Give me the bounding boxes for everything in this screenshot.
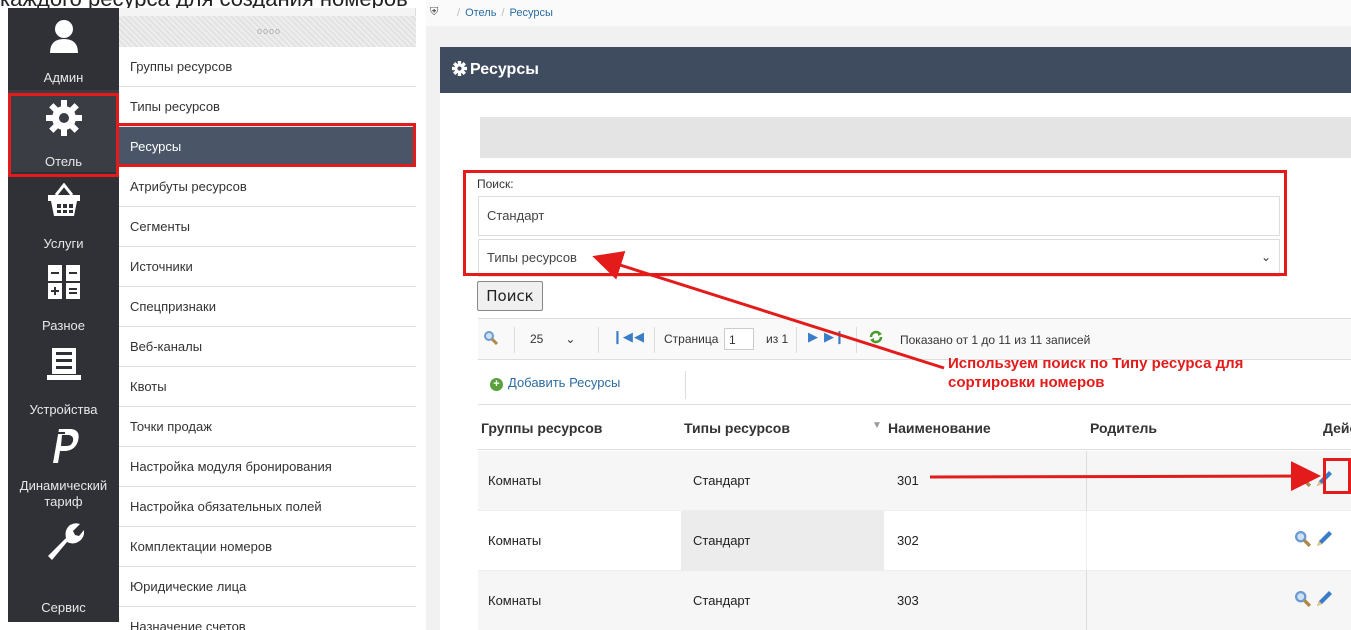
submenu: oooo Группы ресурсов Типы ресурсов Ресур… (119, 8, 416, 630)
page-size-select[interactable]: 25 ⌄ (530, 332, 575, 346)
sidebar-item-service[interactable]: Сервис (8, 500, 119, 615)
sidebar-item-devices[interactable]: Устройства (8, 336, 119, 418)
view-icon[interactable] (1295, 591, 1312, 610)
records-summary: Показано от 1 до 11 из 11 записей (900, 333, 1091, 347)
column-header[interactable]: Типы ресурсов (684, 420, 790, 436)
sidebar-label: Разное (42, 318, 85, 333)
first-page-icon[interactable]: ❙◀ (612, 329, 633, 345)
cell-type: Стандарт (693, 593, 751, 608)
page-input[interactable]: 1 (724, 328, 754, 350)
gear-icon (452, 61, 467, 81)
sidebar-item-dynamic-tariff[interactable]: Динамический тариф (8, 418, 119, 509)
pager: 25 ⌄ ❙◀ ◀ Страница 1 из 1 ▶ ▶❙ Показано о… (478, 318, 1351, 360)
highlight-resources-menu (116, 123, 416, 167)
menu-item[interactable]: Спецпризнаки (119, 287, 416, 327)
cell-group: Комнаты (488, 473, 542, 488)
annotation-note-line2: сортировки номеров (948, 374, 1105, 391)
plus-icon: + (490, 378, 503, 391)
cell-group: Комнаты (488, 533, 542, 548)
highlight-edit-button (1323, 458, 1351, 494)
page-count: из 1 (766, 332, 789, 346)
last-page-icon[interactable]: ▶❙ (824, 329, 845, 345)
paypal-icon (8, 426, 119, 466)
menu-item[interactable]: Настройка модуля бронирования (119, 447, 416, 487)
menu-drag-handle[interactable]: oooo (119, 16, 416, 50)
next-page-icon[interactable]: ▶ (808, 329, 818, 345)
sidebar-label: Сервис (41, 600, 86, 615)
menu-item[interactable]: Юридические лица (119, 567, 416, 607)
chevron-down-icon: ⌄ (565, 332, 576, 346)
menu-item[interactable]: Квоты (119, 367, 416, 407)
column-header[interactable]: Родитель (1090, 420, 1157, 436)
sidebar-label: Услуги (43, 236, 84, 251)
column-header[interactable]: Группы ресурсов (481, 420, 602, 436)
menu-item[interactable]: Атрибуты ресурсов (119, 167, 416, 207)
cell-name: 301 (897, 473, 919, 488)
cell-name: 302 (897, 533, 919, 548)
search-icon[interactable] (484, 331, 499, 348)
wrench-icon (8, 520, 119, 560)
edit-icon[interactable] (1314, 589, 1334, 612)
list-icon (8, 344, 119, 384)
user-icon (8, 16, 119, 56)
menu-item[interactable]: Группы ресурсов (119, 47, 416, 87)
filter-bar (480, 117, 1351, 158)
menu-item[interactable]: Источники (119, 247, 416, 287)
cell-type: Стандарт (693, 533, 751, 548)
column-header[interactable]: Дейс (1323, 420, 1351, 436)
highlight-hotel (8, 93, 119, 177)
table-row[interactable]: Комнаты Стандарт 303 (478, 571, 1351, 630)
add-resource-label: Добавить Ресурсы (508, 375, 621, 390)
breadcrumb-link[interactable]: Отель (465, 7, 496, 19)
page-title: Ресурсы (470, 61, 539, 78)
view-icon[interactable] (1295, 471, 1312, 490)
column-header[interactable]: Наименование (888, 420, 991, 436)
cell-type: Стандарт (693, 473, 751, 488)
highlight-search-area (463, 170, 1287, 276)
annotation-note-line1: Используем поиск по Типу ресурса для (948, 355, 1244, 372)
view-icon[interactable] (1295, 531, 1312, 550)
menu-item[interactable]: Точки продаж (119, 407, 416, 447)
page-size-value: 25 (530, 332, 544, 346)
menu-item[interactable]: Комплектации номеров (119, 527, 416, 567)
sidebar-item-services[interactable]: Услуги (8, 172, 119, 254)
sidebar-label: Устройства (29, 402, 98, 417)
calculator-icon (8, 262, 119, 302)
sidebar-item-admin[interactable]: Админ (8, 8, 119, 90)
refresh-icon[interactable] (868, 329, 884, 348)
panel-header: Ресурсы (440, 47, 1351, 93)
menu-item[interactable]: Веб-каналы (119, 327, 416, 367)
basket-icon (8, 180, 119, 220)
cell-group: Комнаты (488, 593, 542, 608)
page-label: Страница (664, 332, 719, 346)
table-row[interactable]: Комнаты Стандарт 302 (478, 511, 1351, 571)
menu-item[interactable]: Типы ресурсов (119, 87, 416, 127)
edit-icon[interactable] (1314, 529, 1334, 552)
breadcrumb: ⛨ / Отель / Ресурсы (426, 0, 1351, 26)
main-content: ⛨ / Отель / Ресурсы Ресурсы Поиск: Стандарт… (426, 0, 1351, 630)
sort-icon[interactable]: ▼ (872, 420, 882, 431)
search-button[interactable]: Поиск (477, 281, 543, 311)
table-header: Группы ресурсов Типы ресурсов ▼ Наименов… (478, 406, 1351, 450)
breadcrumb-link[interactable]: Ресурсы (510, 7, 553, 19)
cell-name: 303 (897, 593, 919, 608)
menu-item[interactable]: Сегменты (119, 207, 416, 247)
sidebar-item-misc[interactable]: Разное (8, 254, 119, 336)
home-icon[interactable]: ⛨ (430, 6, 438, 19)
sidebar-label: Админ (43, 70, 84, 85)
menu-item[interactable]: Настройка обязательных полей (119, 487, 416, 527)
add-resource-button[interactable]: + Добавить Ресурсы (490, 375, 620, 391)
prev-page-icon[interactable]: ◀ (634, 329, 644, 345)
menu-item[interactable]: Назначение счетов (119, 607, 416, 630)
table-row[interactable]: Комнаты Стандарт 301 (478, 451, 1351, 511)
